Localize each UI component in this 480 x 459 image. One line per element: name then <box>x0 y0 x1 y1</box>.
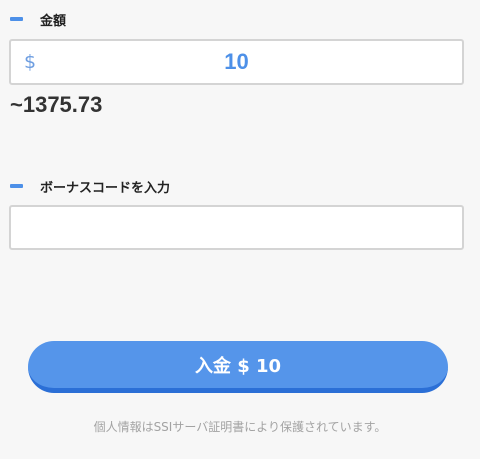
section-marker-icon <box>10 184 23 188</box>
amount-input[interactable]: $ 10 <box>9 39 464 85</box>
converted-amount: ~1375.73 <box>10 92 103 117</box>
deposit-form: 金額 $ 10 ~1375.73 ボーナスコードを入力 入金 $ 10 個人情報… <box>0 0 480 459</box>
amount-value[interactable]: 10 <box>11 49 462 75</box>
amount-section-label: 金額 <box>10 10 67 29</box>
security-note: 個人情報はSSIサーバ証明書により保護されています。 <box>93 420 387 434</box>
bonus-label-text: ボーナスコードを入力 <box>40 180 171 196</box>
amount-label-text: 金額 <box>40 13 67 29</box>
deposit-button[interactable]: 入金 $ 10 <box>28 341 448 393</box>
section-marker-icon <box>10 17 23 21</box>
bonus-code-input[interactable] <box>11 207 462 248</box>
bonus-code-field[interactable] <box>9 205 464 250</box>
bonus-section-label: ボーナスコードを入力 <box>10 177 171 196</box>
